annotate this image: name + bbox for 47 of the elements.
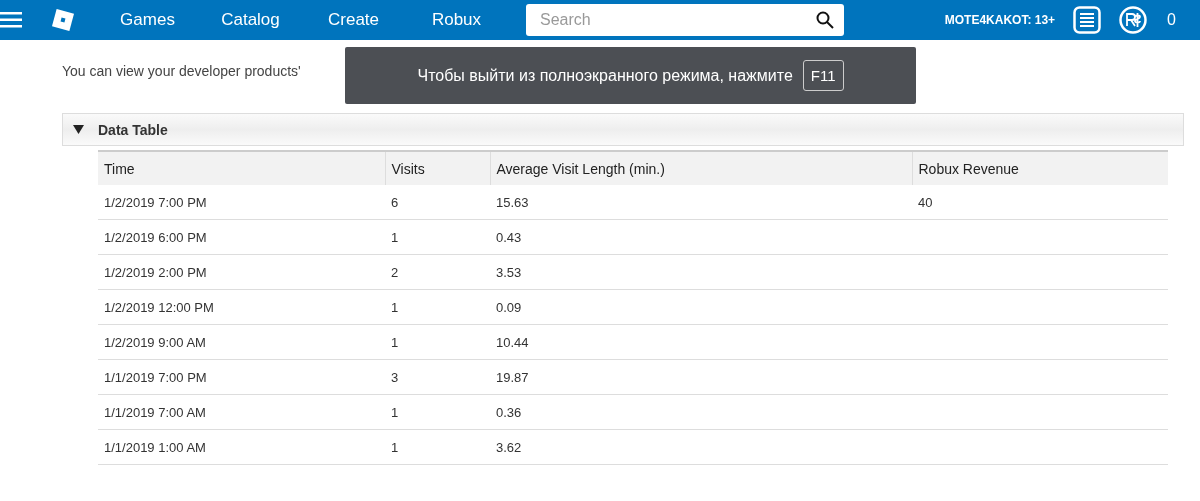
table-cell: 0.09 — [490, 289, 912, 325]
logo-icon[interactable] — [52, 9, 74, 31]
nav-link[interactable]: Games — [96, 10, 199, 30]
robux-icon[interactable] — [1119, 6, 1148, 34]
table-cell: 1/2/2019 2:00 PM — [98, 254, 385, 290]
table-cell: 40 — [912, 185, 1168, 220]
table-cell: 15.63 — [490, 185, 912, 220]
column-header: Visits — [385, 151, 490, 185]
notice-text: Чтобы выйти из полноэкранного режима, нажмите — [417, 66, 793, 85]
section-header[interactable]: Data Table — [62, 113, 1184, 146]
table-cell: 19.87 — [490, 359, 912, 395]
table-cell: 3 — [385, 359, 490, 395]
section-title: Data Table — [98, 121, 168, 138]
description-text: You can view your developer products' — [62, 63, 301, 79]
table-cell: 1 — [385, 324, 490, 360]
table-cell: 1/1/2019 1:00 AM — [98, 429, 385, 465]
table-cell: 2 — [385, 254, 490, 290]
list-icon[interactable] — [1073, 6, 1102, 34]
table-cell: 10.44 — [490, 324, 912, 360]
search-icon[interactable] — [816, 11, 834, 29]
search-field[interactable]: Search — [526, 4, 844, 36]
table-cell: 0.36 — [490, 394, 912, 430]
robux-count: 0 — [1167, 11, 1176, 29]
username[interactable]: MOTE4KAKOT: 13+ — [944, 13, 1056, 27]
table-cell: 6 — [385, 185, 490, 220]
menu-icon[interactable] — [0, 11, 22, 29]
table-cell: 1/2/2019 9:00 AM — [98, 324, 385, 360]
table-cell: 3.53 — [490, 254, 912, 290]
nav-link[interactable]: Catalog — [199, 10, 302, 30]
table-cell: 1/2/2019 12:00 PM — [98, 289, 385, 325]
table-cell: 1/1/2019 7:00 PM — [98, 359, 385, 395]
table-cell: 3.62 — [490, 429, 912, 465]
table-cell: 1/2/2019 6:00 PM — [98, 219, 385, 255]
table-cell: 1 — [385, 289, 490, 325]
column-header: Robux Revenue — [912, 151, 1168, 185]
table-cell: 1 — [385, 219, 490, 255]
table-cell: 1 — [385, 394, 490, 430]
column-header: Time — [98, 151, 385, 185]
nav-link[interactable]: Robux — [405, 10, 508, 30]
table-cell: 1/2/2019 7:00 PM — [98, 185, 385, 220]
column-header: Average Visit Length (min.) — [490, 151, 912, 185]
table-cell: 1 — [385, 429, 490, 465]
table-cell: 0.43 — [490, 219, 912, 255]
key-label: F11 — [802, 60, 844, 91]
collapse-icon[interactable] — [73, 124, 84, 135]
nav-link[interactable]: Create — [302, 10, 405, 30]
table-cell: 1/1/2019 7:00 AM — [98, 394, 385, 430]
